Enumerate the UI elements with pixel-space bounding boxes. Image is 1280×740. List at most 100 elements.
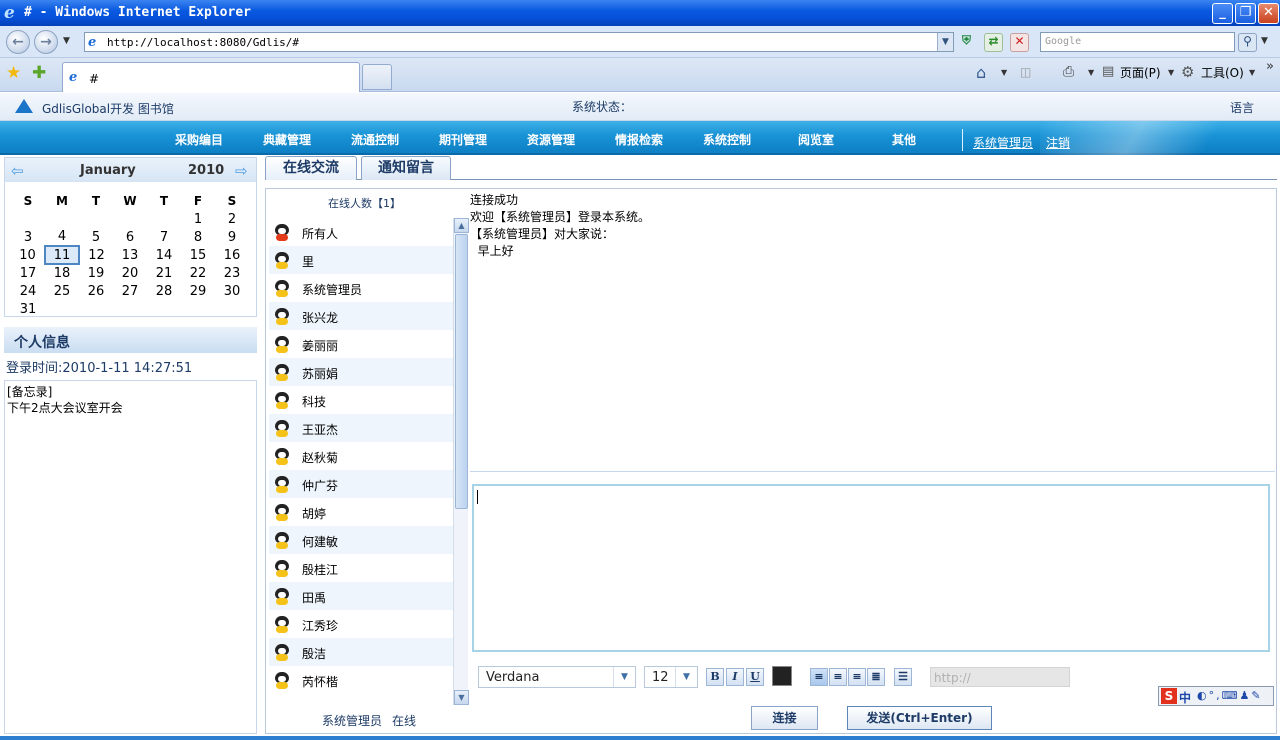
ime-tools-icon[interactable]: ◐°,⌨♟✎ bbox=[1197, 689, 1263, 702]
user-list-item[interactable]: 殷洁 bbox=[269, 638, 453, 666]
calendar-day[interactable]: 4 bbox=[45, 228, 79, 246]
calendar-day[interactable]: 17 bbox=[11, 264, 45, 282]
tools-menu[interactable]: 工具(O) bbox=[1201, 64, 1244, 81]
address-dropdown-icon[interactable]: ▼ bbox=[937, 33, 953, 51]
calendar-day[interactable]: 22 bbox=[181, 264, 215, 282]
ime-mode-label[interactable]: 中 bbox=[1179, 689, 1191, 706]
calendar-day[interactable]: 13 bbox=[113, 246, 147, 264]
nav-item-other[interactable]: 其他 bbox=[892, 131, 916, 148]
calendar-day[interactable]: 6 bbox=[113, 228, 147, 246]
search-options-icon[interactable]: ▼ bbox=[1261, 36, 1268, 46]
calendar-day[interactable]: 12 bbox=[79, 246, 113, 264]
calendar-day[interactable]: 26 bbox=[79, 282, 113, 300]
refresh-icon[interactable]: ⇄ bbox=[984, 33, 1003, 52]
italic-button[interactable]: I bbox=[726, 668, 744, 686]
calendar-day[interactable]: 11 bbox=[44, 245, 80, 265]
user-list-item[interactable]: 张兴龙 bbox=[269, 302, 453, 330]
user-list-item[interactable]: 王亚杰 bbox=[269, 414, 453, 442]
user-list-item[interactable]: 科技 bbox=[269, 386, 453, 414]
nav-item-periodicals[interactable]: 期刊管理 bbox=[439, 131, 487, 148]
user-list-item[interactable]: 芮怀楷 bbox=[269, 666, 453, 694]
size-dropdown-icon[interactable]: ▼ bbox=[675, 667, 697, 687]
calendar-day[interactable]: 31 bbox=[11, 300, 45, 318]
message-input[interactable] bbox=[472, 484, 1270, 652]
nav-item-collection[interactable]: 典藏管理 bbox=[263, 131, 311, 148]
search-icon[interactable]: ⚲ bbox=[1238, 33, 1257, 52]
back-button[interactable]: ← bbox=[6, 30, 30, 54]
browser-tab[interactable]: e # bbox=[62, 62, 360, 92]
calendar-day[interactable]: 19 bbox=[79, 264, 113, 282]
bold-button[interactable]: B bbox=[706, 668, 724, 686]
print-icon[interactable]: ⎙ bbox=[1063, 64, 1074, 80]
user-list-item[interactable]: 江秀珍 bbox=[269, 610, 453, 638]
calendar-day[interactable]: 15 bbox=[181, 246, 215, 264]
page-menu[interactable]: 页面(P) bbox=[1120, 64, 1161, 81]
nav-item-retrieval[interactable]: 情报检索 bbox=[615, 131, 663, 148]
nav-item-acquisition[interactable]: 采购编目 bbox=[175, 131, 223, 148]
calendar-day[interactable]: 7 bbox=[147, 228, 181, 246]
feeds-icon[interactable]: ◫ bbox=[1020, 65, 1031, 79]
tab-notices[interactable]: 通知留言 bbox=[361, 156, 451, 180]
connect-button[interactable]: 连接 bbox=[751, 706, 818, 730]
home-icon[interactable]: ⌂ bbox=[976, 63, 986, 82]
calendar-day[interactable]: 24 bbox=[11, 282, 45, 300]
underline-button[interactable]: U bbox=[746, 668, 764, 686]
calendar-day[interactable]: 8 bbox=[181, 228, 215, 246]
close-window-button[interactable]: ✕ bbox=[1258, 3, 1279, 24]
minimize-button[interactable]: _ bbox=[1212, 3, 1233, 24]
scroll-thumb[interactable] bbox=[455, 234, 468, 509]
tools-dropdown-icon[interactable]: ▼ bbox=[1249, 68, 1255, 77]
maximize-button[interactable]: ❐ bbox=[1235, 3, 1256, 24]
user-list-item[interactable]: 仲广芬 bbox=[269, 470, 453, 498]
font-dropdown-icon[interactable]: ▼ bbox=[613, 667, 635, 687]
security-shield-icon[interactable]: ⛨ bbox=[957, 33, 976, 52]
nav-user-link[interactable]: 系统管理员 bbox=[973, 134, 1033, 151]
user-list-item[interactable]: 苏丽娟 bbox=[269, 358, 453, 386]
user-list-item[interactable]: 殷桂江 bbox=[269, 554, 453, 582]
add-favorites-icon[interactable]: ✚ bbox=[32, 63, 46, 83]
link-input[interactable]: http:// bbox=[930, 667, 1070, 687]
calendar-day[interactable]: 1 bbox=[181, 210, 215, 228]
align-right-icon[interactable]: ≡ bbox=[848, 668, 866, 686]
calendar-day[interactable]: 30 bbox=[215, 282, 249, 300]
calendar-day[interactable]: 16 bbox=[215, 246, 249, 264]
user-list-item[interactable]: 胡婷 bbox=[269, 498, 453, 526]
align-center-icon[interactable]: ≡ bbox=[829, 668, 847, 686]
language-link[interactable]: 语言 bbox=[1230, 99, 1254, 116]
nav-item-circulation[interactable]: 流通控制 bbox=[351, 131, 399, 148]
more-commands-icon[interactable]: » bbox=[1266, 59, 1274, 74]
user-list-item[interactable]: 里 bbox=[269, 246, 453, 274]
scroll-down-icon[interactable]: ▼ bbox=[454, 690, 469, 705]
nav-item-resources[interactable]: 资源管理 bbox=[527, 131, 575, 148]
scroll-up-icon[interactable]: ▲ bbox=[454, 218, 469, 233]
calendar-day[interactable]: 3 bbox=[11, 228, 45, 246]
search-input[interactable]: Google bbox=[1040, 32, 1235, 52]
calendar-day[interactable]: 14 bbox=[147, 246, 181, 264]
nav-item-system-control[interactable]: 系统控制 bbox=[703, 131, 751, 148]
font-select[interactable]: Verdana ▼ bbox=[478, 666, 636, 688]
calendar-day[interactable]: 28 bbox=[147, 282, 181, 300]
user-list-item[interactable]: 田禹 bbox=[269, 582, 453, 610]
prev-month-icon[interactable]: ⇦ bbox=[11, 162, 24, 180]
user-list-item[interactable]: 何建敏 bbox=[269, 526, 453, 554]
calendar-day[interactable]: 27 bbox=[113, 282, 147, 300]
stop-icon[interactable]: ✕ bbox=[1010, 33, 1029, 52]
user-list-item[interactable]: 赵秋菊 bbox=[269, 442, 453, 470]
address-field[interactable]: e http://localhost:8080/Gdlis/# ▼ bbox=[84, 32, 954, 52]
bullet-list-icon[interactable]: ☰ bbox=[894, 668, 912, 686]
user-list-item[interactable]: 姜丽丽 bbox=[269, 330, 453, 358]
calendar-day[interactable]: 2 bbox=[215, 210, 249, 228]
align-left-icon[interactable]: ≡ bbox=[810, 668, 828, 686]
user-list-item[interactable]: 所有人 bbox=[269, 218, 453, 246]
calendar-day[interactable]: 9 bbox=[215, 228, 249, 246]
tab-online-chat[interactable]: 在线交流 bbox=[265, 156, 357, 180]
page-dropdown-icon[interactable]: ▼ bbox=[1168, 68, 1174, 77]
user-list-scrollbar[interactable]: ▲ ▼ bbox=[453, 218, 469, 705]
calendar-day[interactable]: 10 bbox=[11, 246, 45, 264]
memo-box[interactable]: [备忘录] 下午2点大会议室开会 bbox=[4, 380, 257, 734]
send-button[interactable]: 发送(Ctrl+Enter) bbox=[847, 706, 992, 730]
calendar-day[interactable]: 29 bbox=[181, 282, 215, 300]
ime-toolbar[interactable]: S 中 ◐°,⌨♟✎ bbox=[1158, 686, 1274, 706]
calendar-day[interactable]: 18 bbox=[45, 264, 79, 282]
history-dropdown-icon[interactable]: ▼ bbox=[63, 36, 70, 46]
